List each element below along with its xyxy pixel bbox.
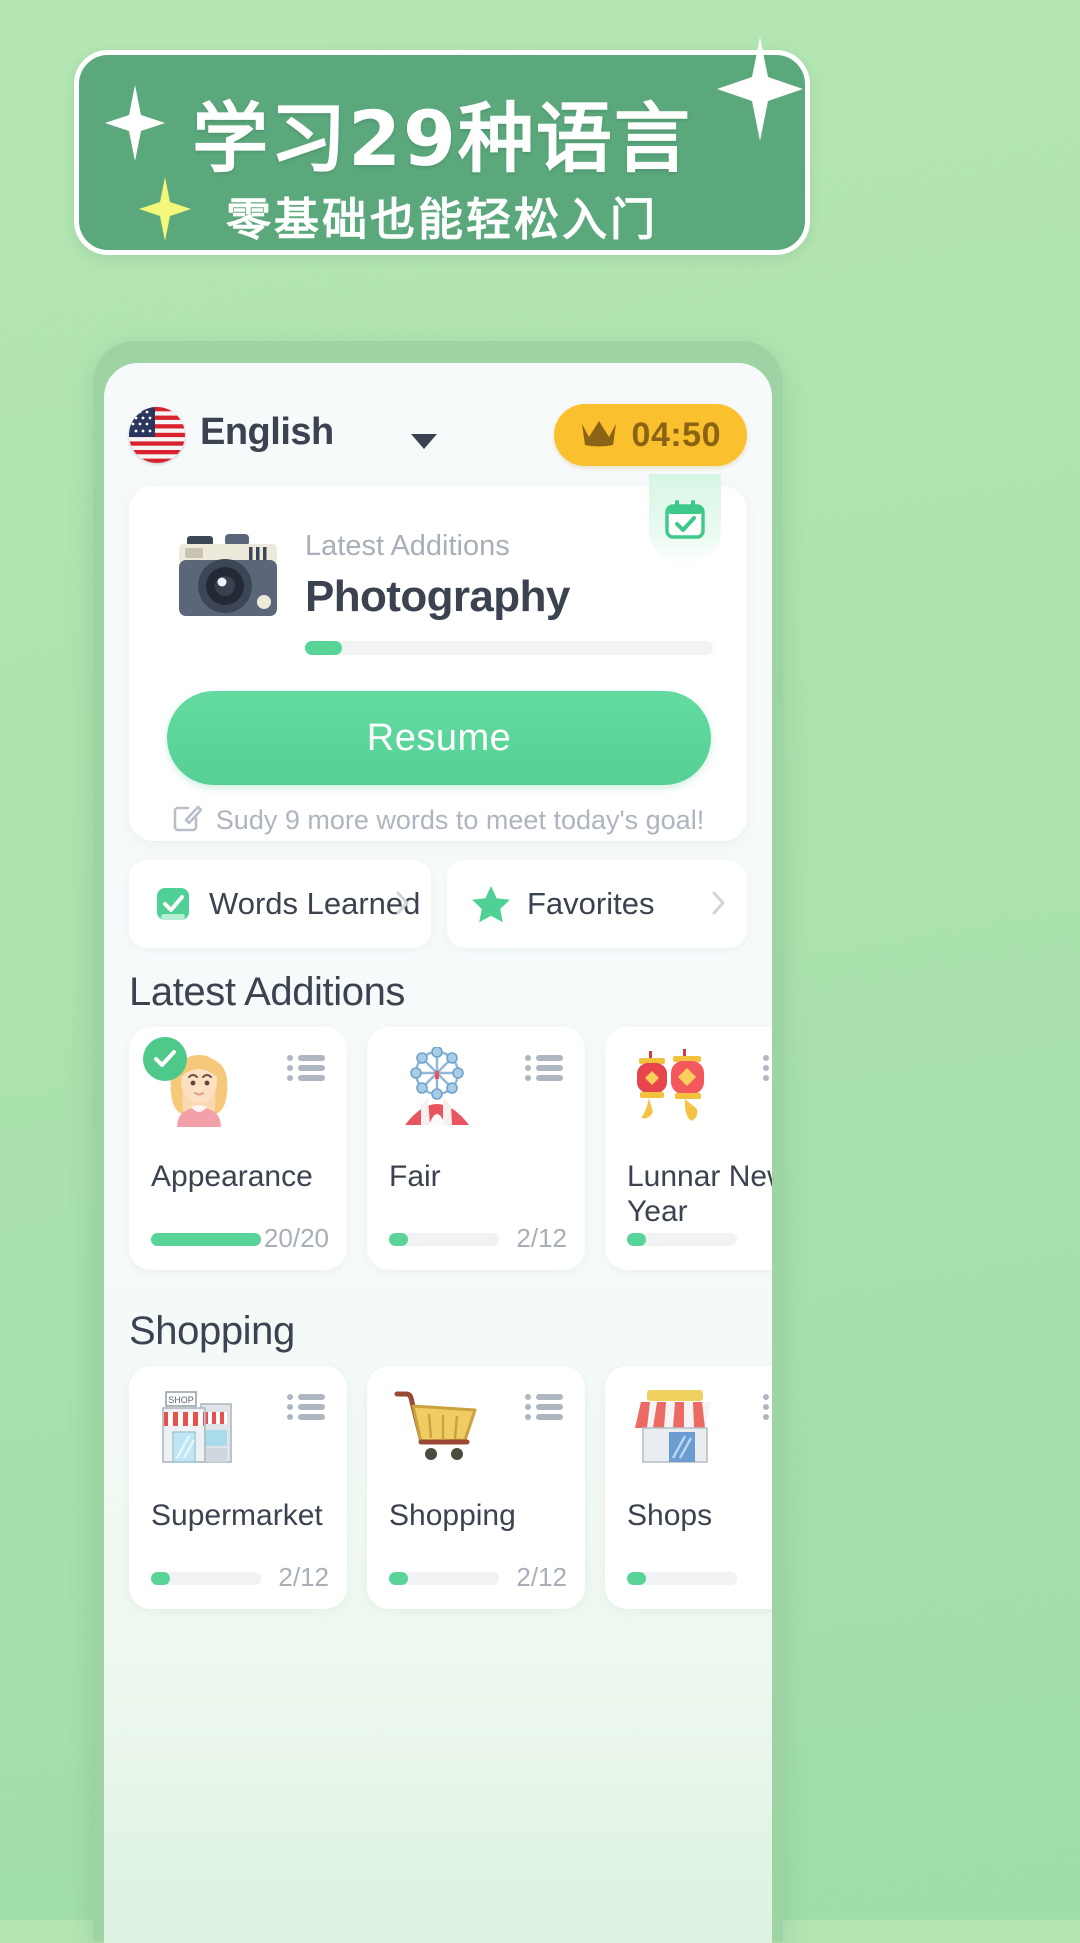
category-count: 20/20 <box>263 1223 329 1253</box>
category-progress-bar <box>627 1233 737 1246</box>
quick-link-label: Words Learned <box>209 886 421 921</box>
category-card-appearance[interactable]: Appearance 20/20 <box>129 1027 347 1270</box>
current-lesson-card[interactable]: Latest Additions Photography Resume Sudy… <box>129 474 747 841</box>
category-name: Shopping <box>389 1499 516 1532</box>
category-name: Appearance <box>151 1160 313 1193</box>
app-header: English 04:50 <box>104 401 772 471</box>
red-lanterns-icon <box>629 1047 721 1127</box>
category-progress-bar <box>151 1572 261 1585</box>
edit-square-icon <box>172 802 203 839</box>
bottom-fade-overlay <box>104 1753 772 1943</box>
storefront-icon <box>629 1386 721 1466</box>
category-progress-bar <box>627 1572 737 1585</box>
timer-value: 04:50 <box>631 415 721 454</box>
us-flag-icon <box>129 407 185 463</box>
category-row-latest-additions: Appearance 20/20 Fair 2/12 Lunnar Ne Yea… <box>129 1027 772 1270</box>
phone-mockup: English 04:50 Latest Additions Photograp… <box>93 341 783 1943</box>
list-menu-icon[interactable] <box>287 1394 325 1420</box>
category-card-shops[interactable]: Shops 2/ <box>605 1366 772 1609</box>
category-count: 2/12 <box>516 1562 567 1592</box>
category-name: Lunnar New Year <box>627 1160 772 1229</box>
category-card-fair[interactable]: Fair 2/12 <box>367 1027 585 1270</box>
lesson-title: Photography <box>305 572 570 621</box>
daily-goal-text: Sudy 9 more words to meet today's goal! <box>215 805 705 835</box>
list-menu-icon[interactable] <box>287 1055 325 1081</box>
quick-link-favorites[interactable]: Favorites <box>447 860 747 948</box>
daily-goal-hint: Sudy 9 more words to meet today's goal! <box>129 802 747 839</box>
banner-subtitle: 零基础也能轻松入门 <box>225 193 658 246</box>
language-selector-label[interactable]: English <box>200 411 334 454</box>
list-menu-icon[interactable] <box>763 1394 772 1420</box>
shop-building-icon: SHOP <box>153 1386 245 1466</box>
chevron-right-icon <box>712 891 725 915</box>
completed-check-icon <box>143 1037 187 1081</box>
shopping-cart-icon <box>391 1386 483 1466</box>
quick-links-row: Words Learned Favorites <box>129 860 747 948</box>
resume-button-label: Resume <box>366 716 512 759</box>
svg-text:SHOP: SHOP <box>168 1395 194 1405</box>
list-menu-icon[interactable] <box>525 1055 563 1081</box>
lesson-progress-bar <box>305 641 713 655</box>
list-menu-icon[interactable] <box>525 1394 563 1420</box>
promo-banner: 学习29种语言 零基础也能轻松入门 <box>74 37 810 255</box>
app-screen: English 04:50 Latest Additions Photograp… <box>104 363 772 1943</box>
resume-button[interactable]: Resume <box>167 691 711 785</box>
category-name: Supermarket <box>151 1499 323 1532</box>
category-count: 2/12 <box>516 1223 567 1253</box>
category-count: 2/12 <box>278 1562 329 1592</box>
category-progress-bar <box>151 1233 261 1246</box>
lesson-eyebrow: Latest Additions <box>305 530 510 562</box>
banner-title: 学习29种语言 <box>192 94 692 183</box>
category-progress-bar <box>389 1572 499 1585</box>
star-icon <box>471 884 511 924</box>
category-name: Shops <box>627 1499 713 1532</box>
category-card-shopping[interactable]: Shopping 2/12 <box>367 1366 585 1609</box>
ferris-wheel-tent-icon <box>391 1046 483 1127</box>
chevron-right-icon <box>396 891 409 915</box>
crown-icon <box>580 418 618 453</box>
category-card-lunar-new-year[interactable]: Lunnar New Year 2/ <box>605 1027 772 1270</box>
quick-link-label: Favorites <box>527 886 655 921</box>
quick-link-words-learned[interactable]: Words Learned <box>129 860 431 948</box>
camera-icon <box>173 528 283 626</box>
category-progress-bar <box>389 1233 499 1246</box>
section-title-latest-additions: Latest Additions <box>129 970 406 1014</box>
category-row-shopping: SHOP Supermarket 2/12 Shopping 2/12 Shop… <box>129 1366 772 1609</box>
calendar-check-icon[interactable] <box>649 474 721 566</box>
category-card-supermarket[interactable]: SHOP Supermarket 2/12 <box>129 1366 347 1609</box>
timer-badge[interactable]: 04:50 <box>553 404 747 466</box>
check-square-icon <box>153 884 193 924</box>
section-title-shopping: Shopping <box>129 1309 295 1353</box>
chevron-down-icon[interactable] <box>411 434 437 449</box>
list-menu-icon[interactable] <box>763 1055 772 1081</box>
category-name: Fair <box>389 1160 441 1193</box>
